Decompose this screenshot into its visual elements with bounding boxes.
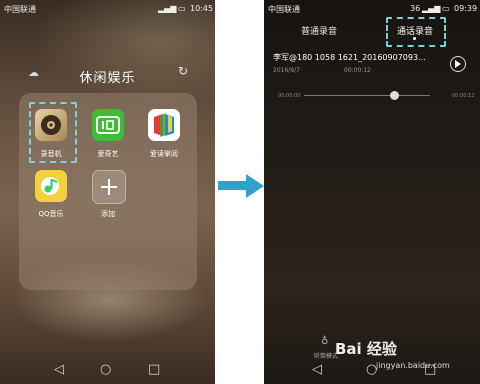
add-icon[interactable] [92, 170, 126, 204]
tab-normal-recording[interactable]: 普通录音 [284, 24, 354, 37]
signal-icon: ▂▄▆ [422, 4, 441, 13]
carrier-label: 中国联通 [268, 5, 300, 14]
recording-date: 2016/9/7 [273, 67, 300, 74]
qq-music-icon[interactable] [35, 170, 67, 202]
recents-nav-icon[interactable]: □ [148, 362, 160, 377]
recording-title[interactable]: 李军@180 1058 1621_20160907093... [273, 52, 426, 63]
playback-time-start: 00:00:00 [278, 93, 301, 99]
ireader-icon[interactable] [148, 109, 180, 141]
home-nav-icon[interactable]: ○ [100, 362, 111, 377]
battery-icon: ▭ [178, 4, 186, 13]
refresh-icon[interactable]: ↻ [178, 64, 188, 78]
status-time: 10:45 [190, 4, 214, 13]
earpiece-icon[interactable]: ♁ [321, 336, 328, 347]
back-nav-icon[interactable]: ◁ [54, 362, 64, 377]
battery-icon: ▭ [442, 4, 450, 13]
app-label-add: 添加 [101, 210, 115, 218]
active-tab-indicator [413, 37, 416, 40]
back-nav-icon[interactable]: ◁ [312, 362, 322, 377]
play-icon [455, 60, 461, 68]
right-phone-screen: 中国联通 36 ▂▄▆ ▭ 09:39 普通录音 通话录音 李军@180 105… [264, 0, 480, 384]
progress-knob[interactable] [390, 91, 400, 100]
transition-arrow-icon [246, 174, 264, 198]
signal-icon: ▂▄▆ [158, 4, 177, 13]
recorder-icon[interactable] [35, 109, 67, 141]
status-time: 09:39 [454, 4, 478, 13]
app-label-qq-music: QQ音乐 [38, 210, 64, 218]
left-phone-screen: 中国联通 ▂▄▆ ▭ 10:45 ☁ 休闲娱乐 ↻ 录音机 爱奇艺 爱读掌阅 Q… [0, 0, 215, 384]
tab-call-recording[interactable]: 通话录音 [390, 24, 440, 37]
network-label: 36 [410, 4, 421, 13]
app-label-recorder: 录音机 [40, 150, 62, 158]
iqiyi-icon[interactable] [92, 109, 124, 141]
playback-time-end: 00:00:12 [452, 93, 475, 99]
watermark-url: jingyan.baidu.com [376, 361, 450, 370]
progress-track[interactable] [304, 95, 430, 96]
carrier-label: 中国联通 [4, 5, 36, 14]
recording-duration: 00:00:12 [344, 67, 371, 74]
transition-arrow-shaft [218, 181, 248, 190]
watermark-logo: Bai 经验 [335, 340, 397, 358]
app-label-ireader: 爱读掌阅 [150, 150, 178, 158]
app-label-iqiyi: 爱奇艺 [97, 150, 119, 158]
